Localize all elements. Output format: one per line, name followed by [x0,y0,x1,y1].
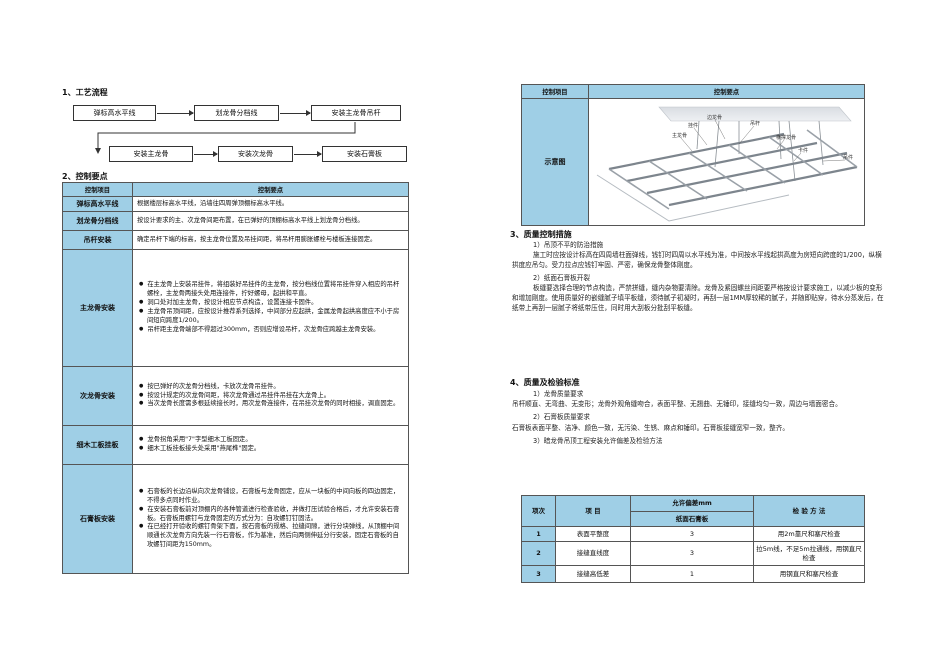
qa-header-no: 项次 [521,495,556,527]
control-row: 细木工板挂板龙骨拐角采用"7"字型细木工板固定。细木工板挂板接头处采用"燕尾榫"… [62,425,409,465]
flow-arrow-5 [294,151,322,157]
control-row-label: 弹标高水平线 [62,196,133,212]
control-bullet: 当次龙骨长度需多根延续接长时，用次龙骨连接件，在吊挂次龙骨的同时相接，调直固定。 [137,400,404,409]
diagram-header-points: 控制要点 [588,84,865,99]
section-2-title: 2、控制要点 [62,172,108,181]
flow-arrow-1 [157,110,194,116]
s4-item-1-body: 吊杆顺直、无弯曲、无变形；龙骨外观角缝吻合，表面平整、无翘曲、无锤印，接缝均匀一… [512,400,842,409]
control-text-line: 根据楼层标高水平线，沿墙往四周弹顶棚标高水平线。 [137,199,289,207]
s3-item-1-head: 1）吊顶不平的防治措施 [533,241,604,249]
control-row-label: 次龙骨安装 [62,366,133,426]
section-3-title: 3、质量控制措施 [510,230,572,239]
control-row-label: 石膏板安装 [62,464,133,574]
tag-clip: 卡件 [798,147,808,154]
s4-item-1-head: 1）龙骨质量要求 [533,390,584,398]
tag-cross-tee: 横撑龙骨 [776,134,796,141]
qa-row: 2 接缝直线度 3 拉5m线，不足5m拉通线，用钢直尺检查 [521,541,865,566]
qa-cell-item: 表面平整度 [555,526,631,542]
qa-header-method: 检 验 方 法 [753,495,865,527]
s4-item-2-body: 石膏板表面平整、洁净、颜色一致，无污染、生锈、麻点和锤印。石膏板接缝宽窄一致，整… [512,423,789,432]
qa-cell-method: 用钢直尺和塞尺检查 [753,565,865,583]
control-row: 弹标高水平线 根据楼层标高水平线，沿墙往四周弹顶棚标高水平线。 [62,196,409,212]
qa-cell-no: 3 [521,565,556,583]
control-text-line: 按设计要求的主、次龙骨间距布置，在已弹好的顶棚标高水平线上划龙骨分档线。 [137,216,364,224]
qa-cell-no: 1 [521,526,556,542]
tag-rod: 吊杆 [750,120,760,127]
diagram-table: 控制项目 控制要点 示意图 边龙骨 挂件 主龙骨 吊杆 横撑龙骨 卡件 吊件 [521,84,865,226]
qa-cell-item: 接缝直线度 [555,541,631,566]
control-row: 次龙骨安装按已弹好的次龙骨分档线，卡放次龙骨吊挂件。按设计规定的次龙骨间距，将次… [62,366,409,426]
flow-step-1: 弹标高水平线 [73,105,156,121]
control-bullet: 在已经打开验收的螺钉骨架下面，按石膏板的规格、拉缝间隙，进行分块弹线，从顶棚中间… [137,523,404,550]
control-bullet: 石膏板的长边沿纵向次龙骨铺设，石膏板与龙骨固定，应从一块板的中间向板的四边固定，… [137,488,404,506]
header-control-points: 控制要点 [132,182,409,197]
control-row-content: 在主龙骨上安装吊挂件，将组装好吊挂件的主龙骨，按分档线位置将吊挂件穿入相应的吊杆… [132,249,409,367]
ceiling-grid-diagram-cell: 边龙骨 挂件 主龙骨 吊杆 横撑龙骨 卡件 吊件 [588,98,865,226]
control-bullet: 在主龙骨上安装吊挂件，将组装好吊挂件的主龙骨，按分档线位置将吊挂件穿入相应的吊杆… [137,281,404,299]
flow-step-2: 划龙骨分档线 [194,105,279,121]
qa-row: 1 表面平整度 3 用2m靠尺和塞尺检查 [521,526,865,542]
control-row-label: 划龙骨分档线 [62,211,133,231]
qa-cell-method: 用2m靠尺和塞尺检查 [753,526,865,542]
tag-hanger-clip: 挂件 [688,122,698,129]
tag-edge-runner: 边龙骨 [707,114,722,121]
control-row-content: 按设计要求的主、次龙骨间距布置，在已弹好的顶棚标高水平线上划龙骨分档线。 [132,211,409,231]
qa-cell-deviation: 3 [630,541,754,566]
control-bullet: 洞口处对加主龙骨，按设计相应节点构造，设置连接卡固件。 [137,299,404,308]
section-1-title: 1、工艺流程 [62,88,108,97]
s4-item-2-head: 2）石膏板质量要求 [533,413,590,422]
qa-row: 3 接缝高低差 1 用钢直尺和塞尺检查 [521,565,865,583]
control-bullet: 在安装石膏板前对顶棚内的各种管道进行检查验收，并做打压试验合格后，才允许安装石膏… [137,506,404,524]
control-bullet: 按已弹好的次龙骨分档线，卡放次龙骨吊挂件。 [137,383,404,392]
control-row-content: 根据楼层标高水平线，沿墙往四周弹顶棚标高水平线。 [132,196,409,212]
header-control-item: 控制项目 [62,182,133,197]
qa-header-deviation: 允许偏差mm [630,495,754,512]
control-row-content: 确定吊杆下端的标高，按主龙骨位置及吊挂间距，将吊杆用膨胀螺栓与楼板连接固定。 [132,230,409,250]
control-row: 划龙骨分档线 按设计要求的主、次龙骨间距布置，在已弹好的顶棚标高水平线上划龙骨分档… [62,211,409,231]
diagram-header-item: 控制项目 [521,84,589,99]
flow-step-6: 安装石膏板 [322,146,407,162]
section-3-body: 1）吊顶不平的防治措施 施工时应按设计标高在四周墙柱面弹线，钱钉时四周以水平线为… [512,240,884,314]
control-row-content: 按已弹好的次龙骨分档线，卡放次龙骨吊挂件。按设计规定的次龙骨间距，将次龙骨通过吊… [132,366,409,426]
control-bullet: 主龙骨吊顶间距，应按设计推荐系列选择，中间部分应起拱，金属龙骨起拱高度应不小于房… [137,308,404,326]
flow-step-5: 安装次龙骨 [218,146,293,162]
qa-cell-deviation: 1 [630,565,754,583]
control-row-label: 细木工板挂板 [62,425,133,465]
qa-header-gypsum: 纸面石膏板 [630,511,754,527]
tag-main-runner: 主龙骨 [672,132,687,139]
control-bullet: 吊杆距主龙骨端部不得超过300mm，否则应增设吊杆，次龙骨应跨越主龙骨安装。 [137,326,404,335]
section-4-body: 1）龙骨质量要求 吊杆顺直、无弯曲、无变形；龙骨外观角缝吻合，表面平整、无翘曲、… [512,389,884,446]
control-row-content: 石膏板的长边沿纵向次龙骨铺设，石膏板与龙骨固定，应从一块板的中间向板的四边固定，… [132,464,409,574]
ceiling-grid-diagram: 边龙骨 挂件 主龙骨 吊杆 横撑龙骨 卡件 吊件 [596,106,858,222]
flow-step-3: 安装主龙骨吊杆 [311,105,401,121]
control-row-label: 吊杆安装 [62,230,133,250]
flow-step-4: 安装主龙骨 [109,146,193,162]
control-bullet: 细木工板挂板接头处采用"燕尾榫"固定。 [137,445,404,454]
control-text-line: 确定吊杆下端的标高，按主龙骨位置及吊挂间距，将吊杆用膨胀螺栓与楼板连接固定。 [137,235,377,243]
qa-header-item: 项 目 [555,495,631,527]
s3-item-2-head: 2）纸面石膏板开裂 [533,273,590,282]
s3-item-2-body: 板缝要选择合理的节点构造，严禁拼缝，缝内杂物要清除。龙骨及紧固螺丝间距要严格按设… [512,283,884,313]
control-row: 石膏板安装石膏板的长边沿纵向次龙骨铺设，石膏板与龙骨固定，应从一块板的中间向板的… [62,464,409,574]
diagram-label: 示意图 [521,98,589,226]
qa-cell-deviation: 3 [630,526,754,542]
flow-arrow-4 [194,151,218,157]
control-row-content: 龙骨拐角采用"7"字型细木工板固定。细木工板挂板接头处采用"燕尾榫"固定。 [132,425,409,465]
control-row: 主龙骨安装在主龙骨上安装吊挂件，将组装好吊挂件的主龙骨，按分档线位置将吊挂件穿入… [62,249,409,367]
tolerance-table: 项次 项 目 允许偏差mm 检 验 方 法 纸面石膏板 1 表面平整度 3 用2m靠尺… [521,495,865,583]
control-points-table: 控制项目 控制要点 弹标高水平线 根据楼层标高水平线，沿墙往四周弹顶棚标高水平线。… [62,182,409,574]
qa-cell-item: 接缝高低差 [555,565,631,583]
flow-arrow-2 [280,110,311,116]
section-4-title: 4、质量及检验标准 [510,378,580,387]
control-bullet: 龙骨拐角采用"7"字型细木工板固定。 [137,436,404,445]
control-row: 吊杆安装 确定吊杆下端的标高，按主龙骨位置及吊挂间距，将吊杆用膨胀螺栓与楼板连接固… [62,230,409,250]
qa-cell-no: 2 [521,541,556,566]
control-row-label: 主龙骨安装 [62,249,133,367]
s4-item-3-head: 3）暗龙骨吊顶工程安装允许偏差及检验方法 [533,436,663,445]
s3-item-1-body: 施工时应按设计标高在四周墙柱面弹线，钱钉时四周以水平线为准，中间按水平线起拱高度… [512,251,882,270]
qa-cell-method: 拉5m线，不足5m拉通线，用钢直尺检查 [753,541,865,566]
